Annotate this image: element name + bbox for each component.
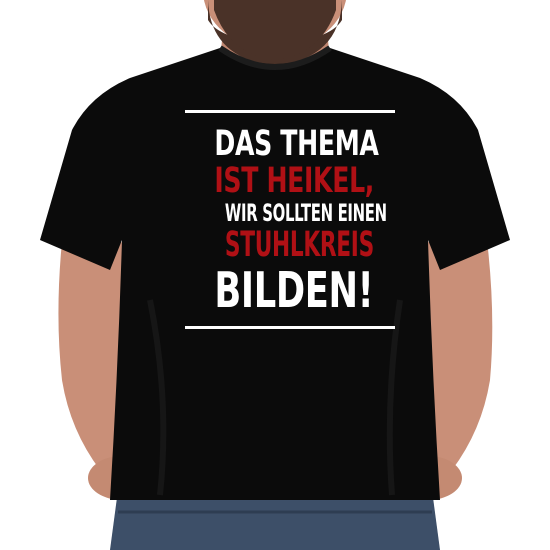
print-top-rule [185,110,395,113]
print-line-2: IST HEIKEL, [214,161,374,201]
print-line-4: STUHLKREIS [224,225,374,265]
print-line-1: DAS THEMA [214,124,379,164]
shirt-print: DAS THEMA IST HEIKEL, WIR SOLLTEN EINEN … [185,110,395,329]
print-bottom-rule [185,326,395,329]
print-line-3: WIR SOLLTEN EINEN [224,199,387,227]
product-photo: DAS THEMA IST HEIKEL, WIR SOLLTEN EINEN … [0,0,550,550]
print-line-5: BILDEN! [214,262,374,319]
